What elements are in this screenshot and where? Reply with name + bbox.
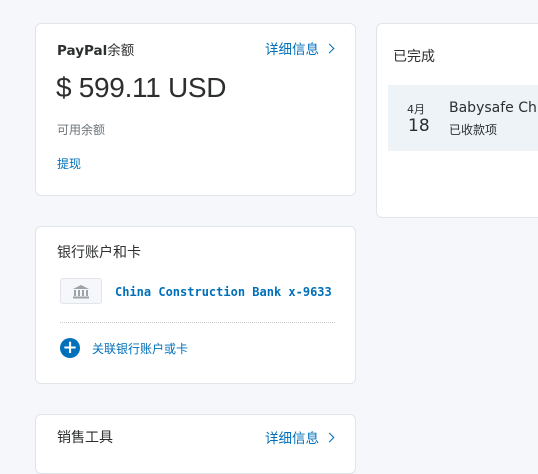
activity-status: 已收款项 <box>449 123 498 137</box>
balance-title-suffix: 余额 <box>107 43 135 59</box>
balance-title-brand: PayPal <box>57 43 108 59</box>
chevron-right-icon <box>324 43 335 53</box>
balance-amount: $ 599.11 USD <box>56 72 227 103</box>
seller-tools-card: 销售工具 详细信息 <box>35 414 356 474</box>
seller-tools-details-label: 详细信息 <box>265 431 319 447</box>
link-bank-or-card-button[interactable]: + 关联银行账户或卡 <box>60 338 188 358</box>
balance-details-label: 详细信息 <box>265 42 319 58</box>
seller-tools-details-link[interactable]: 详细信息 <box>265 427 335 447</box>
link-bank-label: 关联银行账户或卡 <box>92 341 189 356</box>
bank-building-icon <box>73 284 89 298</box>
divider <box>60 322 335 323</box>
balance-details-link[interactable]: 详细信息 <box>265 38 335 58</box>
activity-merchant-name: Babysafe Chi <box>449 100 538 116</box>
bank-icon <box>60 278 102 304</box>
bank-card-title: 银行账户和卡 <box>57 245 141 261</box>
activity-day: 18 <box>408 116 430 136</box>
seller-tools-title: 销售工具 <box>57 430 113 446</box>
completed-activity-card: 已完成 4月 18 Babysafe Chi 已收款项 <box>376 23 538 218</box>
withdraw-link[interactable]: 提现 <box>57 155 81 172</box>
paypal-balance-card: PayPal余额 详细信息 $ 599.11 USD 可用余额 提现 <box>35 23 356 196</box>
balance-card-title: PayPal余额 <box>57 39 134 59</box>
plus-icon: + <box>60 338 80 358</box>
bank-accounts-card: 银行账户和卡 China Construction Bank x-9633 + … <box>35 226 356 384</box>
available-balance-label: 可用余额 <box>57 123 106 137</box>
activity-month: 4月 <box>407 103 425 116</box>
activity-row[interactable]: 4月 18 Babysafe Chi 已收款项 <box>388 85 538 151</box>
chevron-right-icon <box>324 432 335 442</box>
activity-title: 已完成 <box>393 49 435 65</box>
bank-account-name[interactable]: China Construction Bank x-9633 <box>115 285 332 299</box>
